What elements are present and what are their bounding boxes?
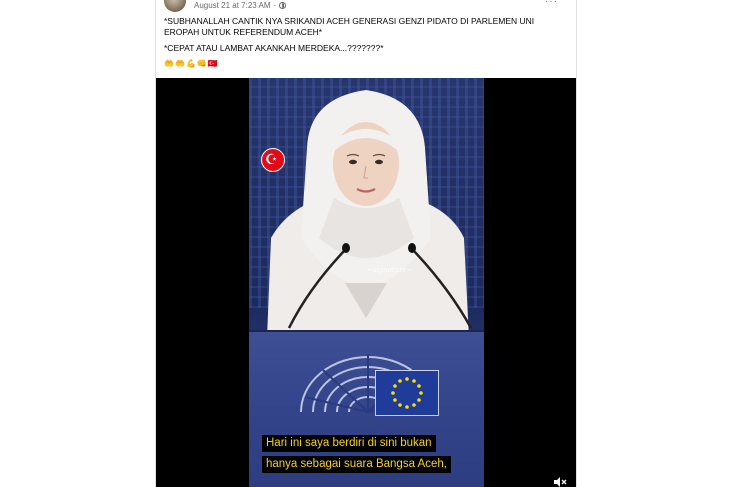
flexed-arm-emoji: 💪 (185, 59, 196, 68)
turkey-flag-emoji: 🇹🇷 (207, 59, 218, 68)
emoji-row: 🤲 🤲 💪 👊 🇹🇷 (164, 59, 568, 68)
eu-stars-circle (391, 377, 423, 409)
turkey-flag-icon: ☪ (261, 148, 285, 172)
avatar[interactable] (164, 0, 186, 12)
video-frame[interactable]: ~signature~ ☪ Hari ini saya berdiri di s… (249, 78, 484, 487)
praying-hands-emoji: 🤲 (164, 59, 174, 68)
globe-icon[interactable] (279, 2, 287, 9)
post-message: *SUBHANALLAH CANTIK NYA SRIKANDI ACEH GE… (164, 16, 568, 68)
speaker-figure (267, 90, 473, 338)
more-horizontal-icon[interactable]: ··· (545, 0, 558, 7)
facebook-post: August 21 at 7:23 AM · ··· *SUBHANALLAH … (155, 0, 577, 487)
post-text-line: *CEPAT ATAU LAMBAT AKANKAH MERDEKA...???… (164, 43, 384, 53)
subtitle-line-2: hanya sebagai suara Bangsa Aceh, (262, 456, 451, 473)
video-subtitle: Hari ini saya berdiri di sini bukan hany… (262, 433, 472, 475)
video-player[interactable]: ~signature~ ☪ Hari ini saya berdiri di s… (156, 78, 576, 487)
subtitle-line-1: Hari ini saya berdiri di sini bukan (262, 435, 436, 452)
eu-flag (375, 370, 439, 416)
post-meta: August 21 at 7:23 AM · (194, 1, 287, 10)
fist-emoji: 👊 (196, 59, 207, 68)
watermark-signature: ~signature~ (367, 266, 413, 274)
volume-muted-icon[interactable] (553, 477, 567, 487)
meta-separator: · (273, 1, 277, 10)
praying-hands-emoji: 🤲 (174, 59, 185, 68)
post-header: August 21 at 7:23 AM · ··· (164, 0, 564, 14)
post-timestamp[interactable]: August 21 at 7:23 AM (194, 1, 271, 10)
post-text-line: *SUBHANALLAH CANTIK NYA SRIKANDI ACEH GE… (164, 16, 535, 37)
